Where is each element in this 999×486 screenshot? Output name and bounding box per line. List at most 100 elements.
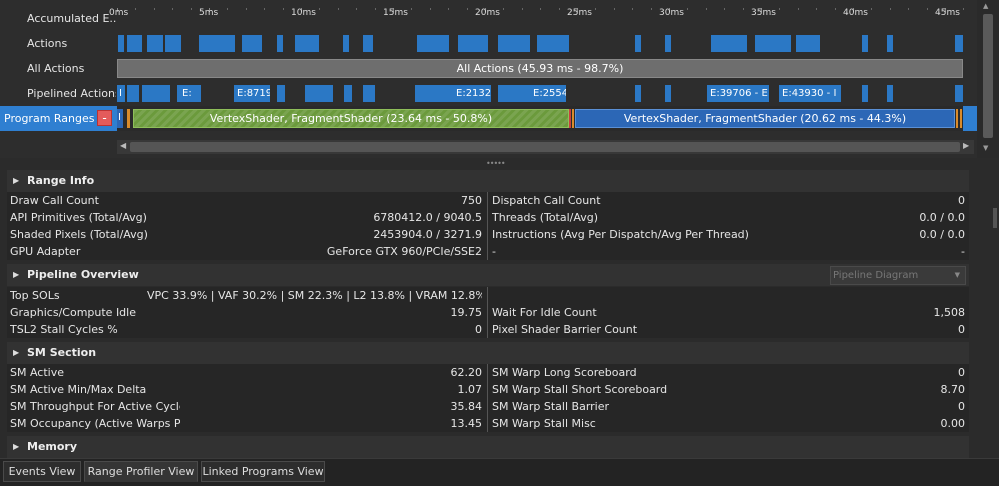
range-profiler-panel: ▶ Range Info Draw Call Count 750 Dispatch … [7, 168, 969, 458]
pipelined-action-bar[interactable] [305, 85, 333, 102]
program-range-small[interactable]: I [117, 109, 123, 128]
action-bar[interactable] [147, 35, 163, 52]
tab-range-profiler-view[interactable]: Range Profiler View [84, 461, 198, 482]
action-bar[interactable] [165, 35, 181, 52]
program-range-blue[interactable]: VertexShader, FragmentShader (20.62 ms -… [575, 109, 955, 128]
pipelined-action-bar[interactable]: I [117, 85, 125, 102]
action-bar[interactable] [498, 35, 530, 52]
ruler-minor-tick [227, 8, 229, 10]
pipelined-action-bar[interactable]: E: [179, 85, 201, 102]
ruler-minor-tick [448, 8, 450, 10]
action-bar[interactable] [118, 35, 124, 52]
program-ranges-track: I VertexShader, FragmentShader (23.64 ms… [117, 106, 963, 131]
horizontal-scroll-thumb[interactable] [130, 142, 960, 152]
ruler-minor-tick [356, 8, 358, 10]
tab-linked-programs-view[interactable]: Linked Programs View [201, 461, 325, 482]
section-header-sm[interactable]: ▶ SM Section [7, 342, 969, 364]
collapse-button[interactable]: - [97, 110, 112, 126]
action-bar[interactable] [755, 35, 791, 52]
pipelined-action-bar[interactable]: E:8719 [234, 85, 270, 102]
pipelined-action-bar[interactable] [665, 85, 671, 102]
property-row: GPU Adapter GeForce GTX 960/PCIe/SSE2- - [7, 243, 969, 260]
ruler-minor-tick [503, 8, 505, 10]
range-marker [956, 109, 958, 128]
ruler-minor-tick [797, 8, 799, 10]
ruler-minor-tick [687, 8, 689, 10]
property-value: 0 [958, 323, 965, 336]
expand-triangle-icon[interactable]: ▶ [13, 436, 19, 458]
all-actions-bar[interactable]: All Actions (45.93 ms - 98.7%) [117, 59, 963, 78]
pipelined-action-bar[interactable] [862, 85, 868, 102]
section-header-memory[interactable]: ▶ Memory [7, 436, 969, 458]
ruler-minor-tick [889, 8, 891, 10]
scroll-left-icon[interactable]: ◀ [120, 141, 126, 150]
panel-vertical-scrollbar[interactable] [992, 168, 999, 458]
ruler-minor-tick [319, 8, 321, 10]
pipelined-action-bar[interactable] [142, 85, 170, 102]
action-bar[interactable] [862, 35, 868, 52]
ruler-label: 10ms [291, 8, 316, 18]
pipeline-diagram-dropdown[interactable]: Pipeline Diagram ▼ [830, 266, 966, 285]
action-bar[interactable] [665, 35, 671, 52]
action-bar[interactable] [343, 35, 349, 52]
pipelined-action-bar[interactable]: E:43930 - I [779, 85, 841, 102]
action-bar[interactable] [295, 35, 319, 52]
expand-triangle-icon[interactable]: ▶ [13, 170, 19, 192]
pipelined-action-bar[interactable] [955, 85, 963, 102]
pipelined-action-bar[interactable]: E:2554 [530, 85, 566, 102]
timeline-row-program-ranges[interactable]: Program Ranges - I VertexShader, Fragmen… [0, 106, 977, 131]
property-value: 0 [475, 323, 482, 336]
timeline-horizontal-scrollbar[interactable]: ◀ ▶ [117, 140, 974, 154]
timeline-vertical-scrollbar[interactable]: ▲ ▼ [977, 0, 999, 158]
tab-events-view[interactable]: Events View [3, 461, 81, 482]
pipelined-action-bar[interactable]: E:2132 [453, 85, 491, 102]
action-bar[interactable] [796, 35, 820, 52]
action-bar[interactable] [458, 35, 488, 52]
expand-triangle-icon[interactable]: ▶ [13, 264, 19, 286]
ruler-minor-tick [705, 8, 707, 10]
column-divider [487, 192, 488, 209]
scroll-up-icon[interactable]: ▲ [983, 2, 988, 10]
ruler-minor-tick [337, 8, 339, 10]
ruler-minor-tick [558, 8, 560, 10]
action-bar[interactable] [537, 35, 569, 52]
panel-scroll-thumb[interactable] [993, 208, 997, 228]
program-range-green[interactable]: VertexShader, FragmentShader (23.64 ms -… [133, 109, 569, 128]
action-bar[interactable] [199, 35, 235, 52]
action-bar[interactable] [363, 35, 373, 52]
section-title: SM Section [27, 346, 97, 359]
property-row: API Primitives (Total/Avg) 6780412.0 / 90… [7, 209, 969, 226]
pipelined-action-bar[interactable] [498, 85, 530, 102]
pipelined-action-bar[interactable] [635, 85, 641, 102]
section-header-pipeline-overview[interactable]: ▶ Pipeline Overview [7, 264, 969, 286]
vertical-scroll-thumb[interactable] [983, 14, 993, 138]
pipelined-action-bar[interactable]: E:39706 - E [707, 85, 769, 102]
pipelined-track[interactable]: I E: E:8719 E:2132 E:2554 E:39706 - E E:… [117, 81, 963, 106]
scroll-right-icon[interactable]: ▶ [963, 141, 969, 150]
property-name: API Primitives (Total/Avg) [10, 211, 147, 224]
action-bar[interactable] [711, 35, 747, 52]
action-bar[interactable] [242, 35, 262, 52]
action-bar[interactable] [635, 35, 641, 52]
actions-track[interactable] [117, 31, 963, 56]
pipelined-action-bar[interactable] [363, 85, 375, 102]
action-bar[interactable] [127, 35, 142, 52]
pipelined-action-bar[interactable] [127, 85, 139, 102]
splitter-grip-icon[interactable]: ••••• [486, 159, 506, 168]
action-bar[interactable] [955, 35, 963, 52]
action-bar[interactable] [887, 35, 893, 52]
time-ruler[interactable]: 0ms 5ms 10ms 15ms 20ms 25ms 30ms 35ms 40ms 45ms [109, 6, 983, 31]
pipelined-action-bar[interactable] [344, 85, 352, 102]
pane-splitter[interactable]: ••••• [0, 158, 999, 168]
scroll-down-icon[interactable]: ▼ [983, 144, 988, 152]
expand-triangle-icon[interactable]: ▶ [13, 342, 19, 364]
property-value: 0 [958, 366, 965, 379]
pipelined-action-bar[interactable] [887, 85, 893, 102]
action-bar[interactable] [417, 35, 449, 52]
section-header-range-info[interactable]: ▶ Range Info [7, 170, 969, 192]
property-row: Top SOLs VPC 33.9% | VAF 30.2% | SM 22.3%… [7, 287, 969, 304]
property-name: GPU Adapter [10, 245, 81, 258]
ruler-label: 25ms [567, 8, 592, 18]
action-bar[interactable] [277, 35, 283, 52]
pipelined-action-bar[interactable] [277, 85, 285, 102]
